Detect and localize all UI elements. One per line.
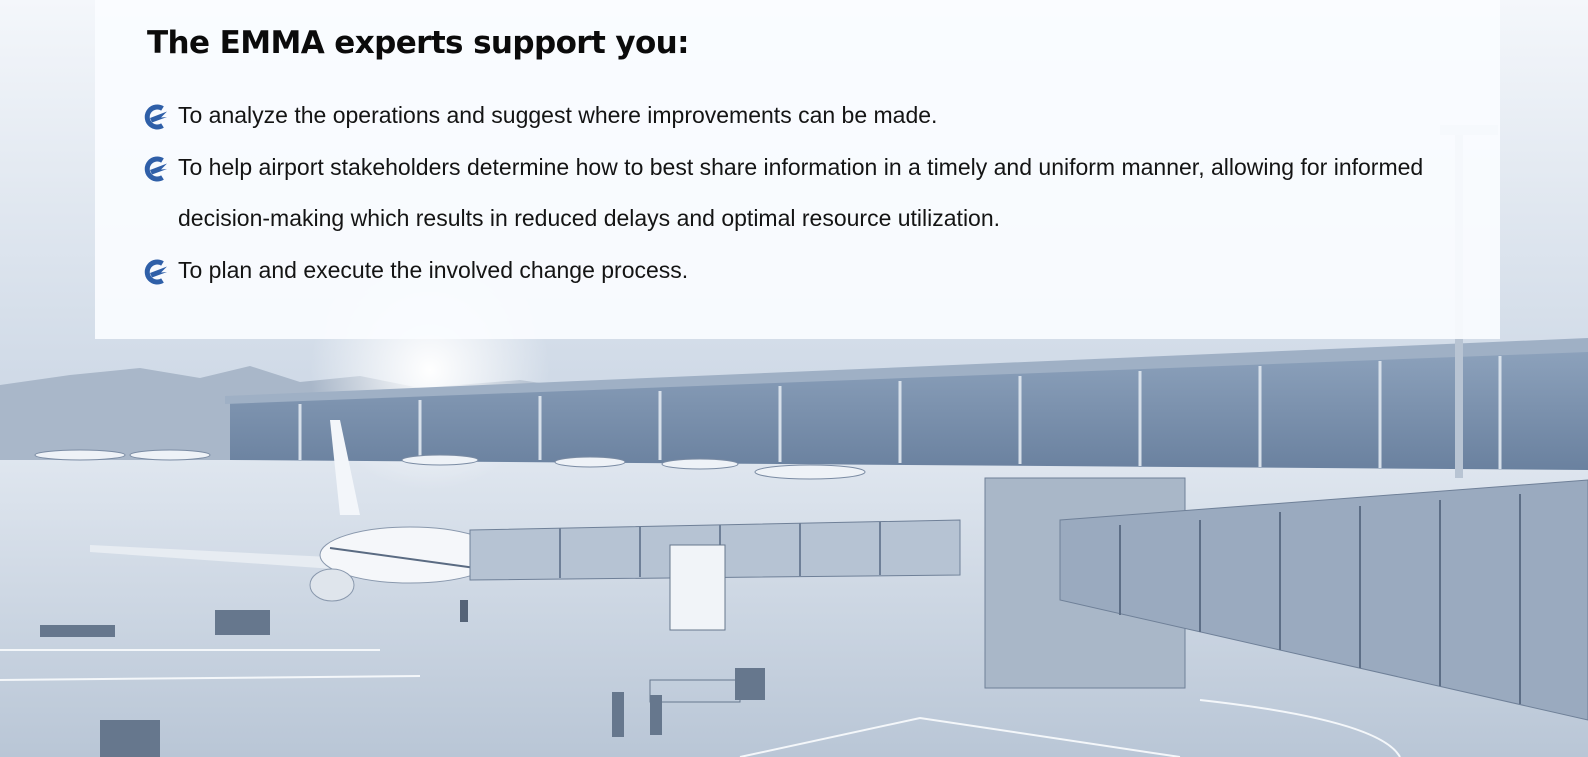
list-item-text: To plan and execute the involved change … — [178, 256, 689, 283]
emma-logo-icon — [144, 259, 167, 284]
emma-logo-icon — [144, 156, 167, 181]
list-item: To help airport stakeholders determine h… — [142, 142, 1442, 245]
list-item-text: To analyze the operations and suggest wh… — [178, 102, 938, 128]
support-list: To analyze the operations and suggest wh… — [142, 90, 1442, 296]
list-item-text: To help airport stakeholders determine h… — [178, 153, 1424, 232]
list-item: To analyze the operations and suggest wh… — [142, 90, 1442, 142]
emma-logo-icon — [144, 104, 167, 130]
panel-heading: The EMMA experts support you: — [147, 25, 690, 61]
list-item: To plan and execute the involved change … — [142, 245, 1442, 297]
